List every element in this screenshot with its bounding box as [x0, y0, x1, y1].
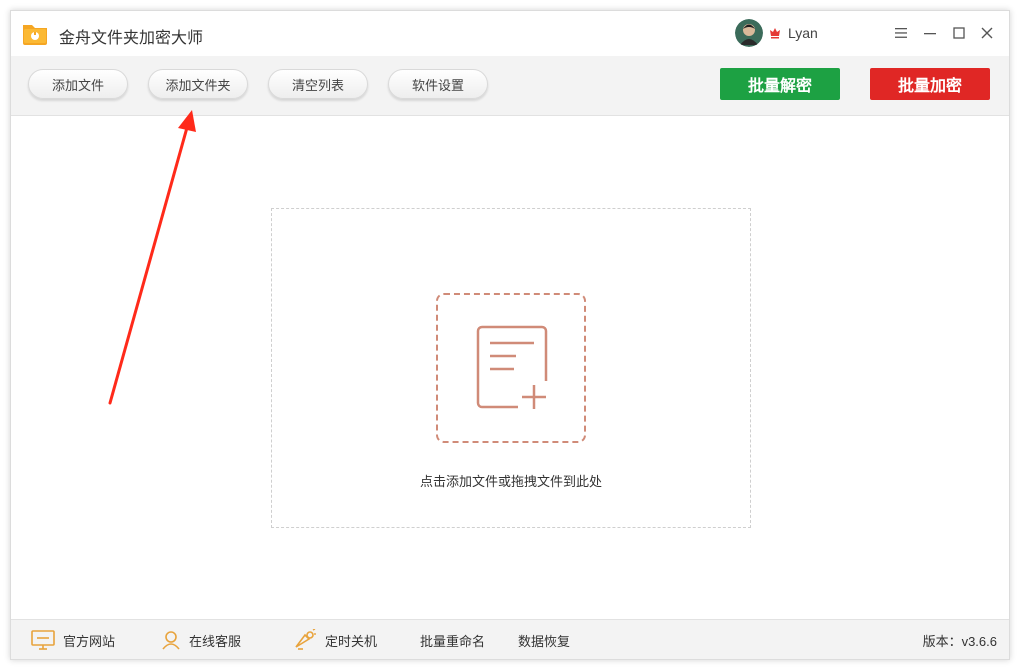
- monitor-icon: [31, 630, 55, 650]
- minimize-button[interactable]: [920, 23, 940, 43]
- status-item-label: 批量重命名: [420, 633, 486, 649]
- batch-rename-link[interactable]: 批量重命名: [420, 620, 485, 660]
- file-drop-zone[interactable]: 点击添加文件或拖拽文件到此处: [271, 208, 751, 528]
- menu-button[interactable]: [891, 23, 911, 43]
- status-item-label: 定时关机: [325, 633, 378, 649]
- title-bar: 金舟文件夹加密大师 Lyan: [11, 11, 1009, 56]
- minimize-icon: [924, 33, 936, 35]
- official-website-link[interactable]: 官方网站: [31, 620, 115, 660]
- app-logo-icon: [23, 25, 47, 45]
- data-recovery-link[interactable]: 数据恢复: [518, 620, 570, 660]
- maximize-icon: [953, 27, 965, 39]
- scheduled-shutdown-link[interactable]: 定时关机: [293, 620, 377, 660]
- status-item-label: 数据恢复: [518, 633, 571, 649]
- app-title: 金舟文件夹加密大师: [59, 30, 204, 47]
- online-support-link[interactable]: 在线客服: [161, 620, 241, 660]
- add-document-icon: [476, 325, 548, 409]
- clear-list-button[interactable]: 清空列表: [268, 69, 368, 99]
- clock-power-icon: [295, 629, 316, 650]
- status-item-label: 官方网站: [63, 633, 116, 649]
- close-icon: [981, 27, 993, 39]
- maximize-button[interactable]: [949, 23, 969, 43]
- add-file-button[interactable]: 添加文件: [28, 69, 128, 99]
- version-label: 版本：v3.6.6: [922, 633, 997, 649]
- add-file-area[interactable]: [436, 293, 586, 443]
- vip-crown-icon: [770, 28, 780, 39]
- settings-button[interactable]: 软件设置: [388, 69, 488, 99]
- app-window: 金舟文件夹加密大师 Lyan 添加文件 添加文件夹 清空列表 软件设置 批量解密…: [10, 10, 1010, 660]
- drop-hint-text: 点击添加文件或拖拽文件到此处: [419, 474, 602, 489]
- toolbar: 添加文件 添加文件夹 清空列表 软件设置 批量解密 批量加密: [11, 56, 1009, 116]
- close-button[interactable]: [977, 23, 997, 43]
- status-item-label: 在线客服: [189, 633, 242, 649]
- batch-decrypt-button[interactable]: 批量解密: [720, 68, 840, 100]
- avatar[interactable]: [735, 19, 763, 47]
- hamburger-menu-icon: [895, 28, 907, 38]
- add-folder-button[interactable]: 添加文件夹: [148, 69, 248, 99]
- batch-encrypt-button[interactable]: 批量加密: [870, 68, 990, 100]
- status-bar: 官方网站 在线客服 定时关机 批量重命名 数据恢复 版本：v3.6.6: [11, 619, 1009, 659]
- support-person-icon: [162, 631, 180, 650]
- username[interactable]: Lyan: [788, 25, 818, 41]
